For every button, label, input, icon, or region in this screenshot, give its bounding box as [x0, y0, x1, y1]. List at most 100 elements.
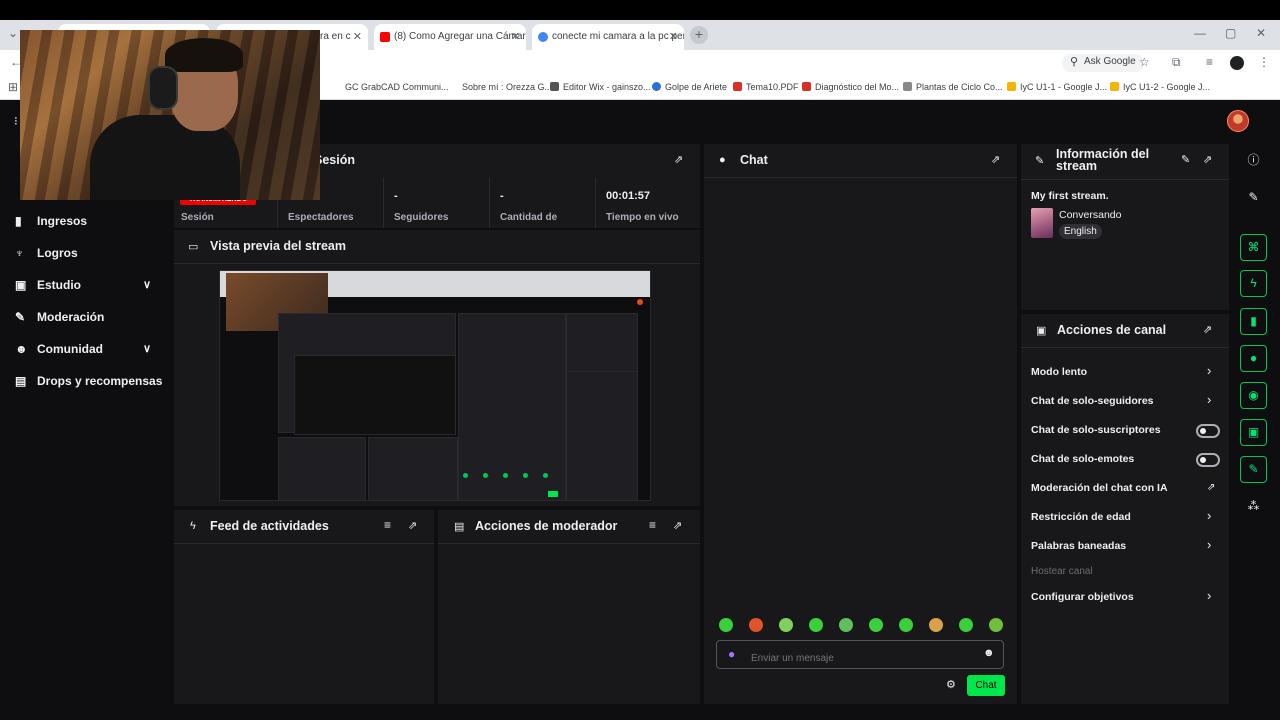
- action-banned-words[interactable]: Palabras baneadas ›: [1021, 532, 1229, 560]
- microphone-icon[interactable]: ●: [728, 647, 735, 661]
- filter-icon[interactable]: ≡: [384, 518, 391, 532]
- stat-label: Cantidad de: [500, 212, 558, 223]
- action-ai-moderation[interactable]: Moderación del chat con IA ⇗: [1021, 474, 1229, 502]
- profile-icon[interactable]: [1230, 56, 1244, 70]
- popout-icon[interactable]: ⇗: [1203, 323, 1212, 336]
- avatar[interactable]: [1227, 110, 1249, 132]
- bookmark-item[interactable]: Editor Wix - gainszo...: [550, 82, 651, 92]
- action-age-restriction[interactable]: Restricción de edad ›: [1021, 503, 1229, 531]
- extensions-icon[interactable]: ⧉: [1172, 55, 1181, 70]
- action-host-channel: Hostear canal: [1021, 558, 1229, 586]
- action-set-goals[interactable]: Configurar objetivos ›: [1021, 583, 1229, 611]
- close-tab-icon[interactable]: ✕: [511, 30, 520, 43]
- sidebar-item-ingresos[interactable]: ▮ Ingresos: [0, 208, 170, 240]
- emote-only-toggle[interactable]: [1196, 453, 1220, 467]
- emote-icon[interactable]: [779, 618, 793, 632]
- sidebar-item-moderacion[interactable]: ✎ Moderación: [0, 304, 170, 336]
- sidebar-item-estudio[interactable]: ▣ Estudio ∨: [0, 272, 170, 304]
- sidebar-item-logros[interactable]: ♆ Logros: [0, 240, 170, 272]
- stat-value: 00:01:57: [606, 190, 651, 202]
- youtube-icon: [380, 32, 390, 42]
- stream-preview-video[interactable]: [219, 270, 651, 501]
- chevron-right-icon: ›: [1207, 508, 1212, 523]
- bolt-icon[interactable]: ϟ: [1240, 270, 1267, 297]
- emote-icon[interactable]: [749, 618, 763, 632]
- emote-icon[interactable]: [989, 618, 1003, 632]
- wrench-icon[interactable]: ✎: [1240, 456, 1267, 483]
- popout-icon[interactable]: ⇗: [674, 153, 683, 166]
- close-window-icon[interactable]: ✕: [1256, 26, 1266, 40]
- bookmark-item[interactable]: IyC U1-1 - Google J...: [1007, 82, 1107, 92]
- clip-icon[interactable]: ⌘: [1240, 234, 1267, 261]
- panel-title: Feed de actividades: [210, 519, 329, 533]
- browser-tab-3[interactable]: (8) Como Agregar una Cámara ✕: [374, 24, 526, 50]
- emote-icon[interactable]: [839, 618, 853, 632]
- popout-icon[interactable]: ⇗: [1203, 153, 1212, 166]
- bookmark-item[interactable]: Sobre mí : Orezza G...: [462, 82, 552, 92]
- browser-tab-label: conecte mi camara a la pc perc: [552, 31, 684, 42]
- preview-icon: ▭: [188, 241, 199, 253]
- stat-value: -: [394, 190, 398, 202]
- menu-icon[interactable]: ⁝: [14, 114, 18, 128]
- emoji-icon[interactable]: ☻: [983, 647, 995, 659]
- bookmark-item[interactable]: IyC U1-2 - Google J...: [1110, 82, 1210, 92]
- filter-icon[interactable]: ≡: [649, 518, 656, 532]
- category-name[interactable]: Conversando: [1059, 209, 1121, 221]
- settings-gear-icon[interactable]: ⚙: [946, 678, 956, 691]
- emote-icon[interactable]: [899, 618, 913, 632]
- action-slow-mode[interactable]: Modo lento ›: [1021, 358, 1229, 386]
- info-icon[interactable]: ⓘ: [1240, 148, 1267, 175]
- action-followers-only[interactable]: Chat de solo-seguidores ›: [1021, 387, 1229, 415]
- action-label: Moderación del chat con IA: [1031, 482, 1168, 494]
- popout-icon[interactable]: ⇗: [991, 153, 1000, 166]
- chat-input[interactable]: [716, 640, 1004, 669]
- bookmark-item[interactable]: Plantas de Ciclo Co...: [903, 82, 1003, 92]
- chrome-menu-icon[interactable]: ⋮: [1258, 55, 1270, 69]
- emote-icon[interactable]: [929, 618, 943, 632]
- category-boxart[interactable]: [1031, 208, 1053, 238]
- star-icon[interactable]: ☆: [1139, 55, 1150, 69]
- bolt-icon: ϟ: [190, 520, 196, 532]
- sidebar-item-comunidad[interactable]: ☻ Comunidad ∨: [0, 336, 170, 368]
- stat-label: Sesión: [181, 212, 214, 223]
- emote-icon[interactable]: [809, 618, 823, 632]
- apps-icon[interactable]: ⊞: [8, 80, 18, 94]
- emote-icon[interactable]: [959, 618, 973, 632]
- wrench-icon: ✎: [15, 310, 26, 324]
- bookmark-item[interactable]: Golpe de Ariete: [652, 82, 727, 92]
- chevron-right-icon: ›: [1207, 588, 1212, 603]
- add-action-icon[interactable]: ⁂: [1240, 494, 1267, 521]
- browser-tab-4[interactable]: conecte mi camara a la pc perc ✕: [532, 24, 684, 50]
- emote-icon[interactable]: [869, 618, 883, 632]
- media-icon[interactable]: ≡: [1206, 55, 1213, 69]
- panel-header: ✎ Información del stream ✎ ⇗: [1021, 144, 1229, 180]
- bookmark-item[interactable]: Tema10.PDF: [733, 82, 799, 92]
- page-icon[interactable]: ▮: [1240, 308, 1267, 335]
- close-tab-icon[interactable]: ✕: [669, 30, 678, 43]
- edit-pencil-icon[interactable]: ✎: [1181, 153, 1190, 166]
- popout-icon[interactable]: ⇗: [408, 519, 417, 532]
- ask-google-button[interactable]: Ask Google: [1062, 54, 1144, 72]
- broadcast-icon[interactable]: ◉: [1240, 382, 1267, 409]
- chevron-right-icon: ›: [1207, 537, 1212, 552]
- edit-pencil-icon[interactable]: ✎: [1240, 185, 1267, 212]
- sidebar-item-drops[interactable]: ▤ Drops y recompensas: [0, 368, 170, 400]
- send-chat-button[interactable]: Chat: [967, 675, 1005, 696]
- chat-bubble-icon[interactable]: ●: [1240, 345, 1267, 372]
- minimize-icon[interactable]: —: [1194, 26, 1206, 40]
- maximize-icon[interactable]: ▢: [1225, 26, 1236, 40]
- screen-icon[interactable]: ▣: [1240, 419, 1267, 446]
- new-tab-button[interactable]: +: [690, 26, 708, 44]
- subscribers-only-toggle[interactable]: [1196, 424, 1220, 438]
- language-tag[interactable]: English: [1059, 224, 1102, 239]
- tab-search-icon[interactable]: ⌄: [8, 26, 18, 40]
- bookmark-item[interactable]: Diagnóstico del Mo...: [802, 82, 899, 92]
- panel-header: ▤ Acciones de moderador ≡ ⇗: [438, 510, 700, 544]
- stat-amount: - Cantidad de: [489, 178, 595, 228]
- close-tab-icon[interactable]: ✕: [353, 30, 362, 43]
- browser-tab-label: (8) Como Agregar una Cámara: [394, 31, 526, 42]
- bookmark-item[interactable]: GC GrabCAD Communi...: [345, 82, 449, 92]
- panel-title: Información del stream: [1056, 147, 1150, 173]
- emote-icon[interactable]: [719, 618, 733, 632]
- popout-icon[interactable]: ⇗: [673, 519, 682, 532]
